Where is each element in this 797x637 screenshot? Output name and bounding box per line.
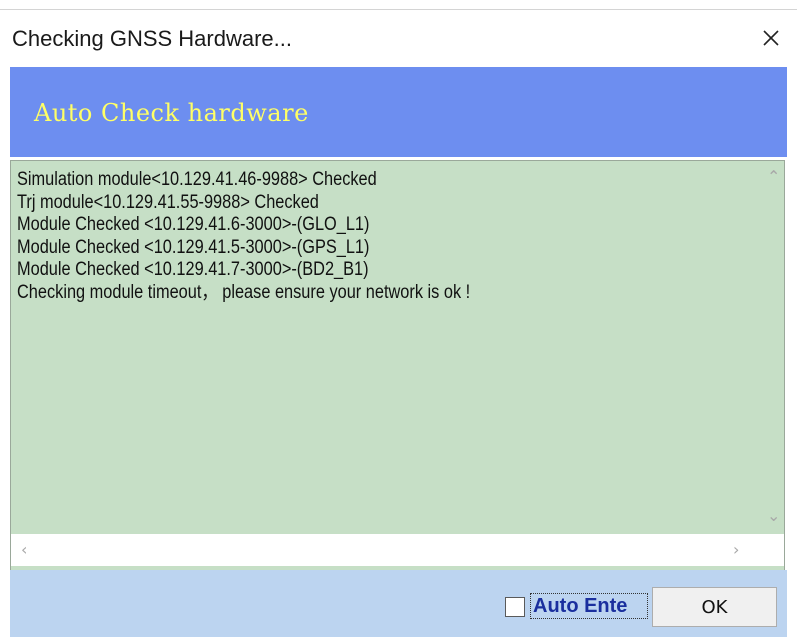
log-line: Module Checked <10.129.41.5-3000>-(GPS_L…: [17, 236, 370, 258]
log-line: Checking module timeout， please ensure y…: [17, 281, 471, 303]
window-title: Checking GNSS Hardware...: [12, 26, 292, 51]
scroll-left-icon[interactable]: ‹: [21, 540, 27, 559]
log-textbox[interactable]: Simulation module<10.129.41.46-9988> Che…: [10, 160, 785, 610]
close-button[interactable]: [745, 10, 797, 66]
log-line: Trj module<10.129.41.55-9988> Checked: [17, 191, 319, 213]
vertical-scrollbar[interactable]: ⌃ ⌄: [764, 161, 784, 534]
title-bar: Checking GNSS Hardware...: [0, 10, 797, 66]
banner-title: Auto Check hardware: [34, 99, 309, 127]
horizontal-scrollbar[interactable]: ‹ ›: [11, 534, 784, 566]
ok-button[interactable]: OK: [652, 587, 777, 627]
log-line: Simulation module<10.129.41.46-9988> Che…: [17, 169, 377, 190]
log-line: Module Checked <10.129.41.7-3000>-(BD2_B…: [17, 259, 369, 280]
scroll-up-icon[interactable]: ⌃: [767, 167, 780, 186]
header-banner: Auto Check hardware: [10, 67, 787, 157]
auto-enter-label[interactable]: Auto Ente: [530, 593, 648, 619]
log-line: Module Checked <10.129.41.6-3000>-(GLO_L…: [17, 214, 370, 235]
log-lines: Simulation module<10.129.41.46-9988> Che…: [17, 169, 653, 304]
scroll-right-icon[interactable]: ›: [733, 540, 739, 559]
scroll-down-icon[interactable]: ⌄: [767, 506, 780, 525]
close-icon: [763, 30, 779, 46]
auto-enter-checkbox[interactable]: [505, 597, 525, 617]
